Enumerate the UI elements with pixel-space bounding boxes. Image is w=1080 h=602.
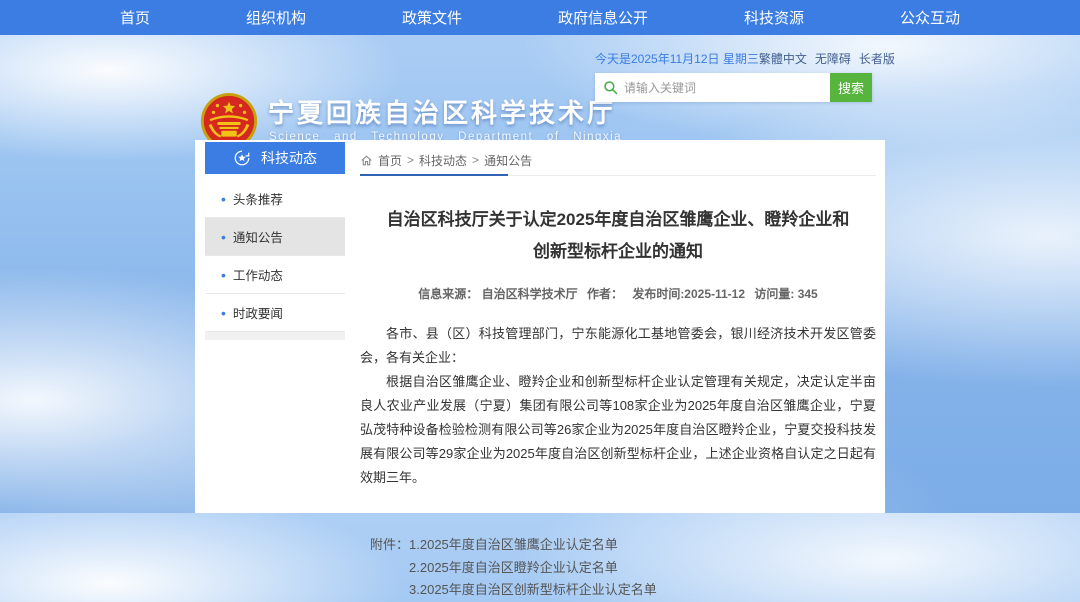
nav-item-policy-docs[interactable]: 政策文件 [402,7,462,28]
star-circle-icon [233,149,251,167]
nav-item-public[interactable]: 公众互动 [900,7,960,28]
link-accessibility[interactable]: 无障碍 [815,50,851,67]
attachment-link-2[interactable]: 2.2025年度自治区瞪羚企业认定名单 [409,557,657,580]
search-bar: 搜索 [595,73,872,102]
article-meta: 信息来源： 自治区科学技术厅 作者： 发布时间:2025-11-12 访问量: … [360,285,876,302]
breadcrumb-level2[interactable]: 科技动态 [419,152,467,169]
breadcrumb-separator: > [407,153,414,167]
current-date: 今天是2025年11月12日 星期三 [595,50,759,67]
content-panel: 科技动态 • 头条推荐 • 通知公告 • 工作动态 • 时政要闻 [195,140,885,513]
article-body: 各市、县（区）科技管理部门，宁东能源化工基地管委会，银川经济技术开发区管委会，各… [360,322,876,490]
article-paragraph: 各市、县（区）科技管理部门，宁东能源化工基地管委会，银川经济技术开发区管委会，各… [360,322,876,370]
nav-item-sci-resources[interactable]: 科技资源 [744,7,804,28]
sidebar-footer-strip [205,332,345,340]
quick-links: 繁體中文 无障碍 长者版 [759,50,895,67]
meta-source: 信息来源： 自治区科学技术厅 [418,287,577,301]
attachment-link-1[interactable]: 1.2025年度自治区雏鹰企业认定名单 [409,534,657,557]
meta-publish: 发布时间:2025-11-12 [632,287,745,301]
sidebar-item-label: 时政要闻 [233,303,283,322]
sidebar-item-label: 通知公告 [233,227,283,246]
bullet-icon: • [221,306,226,320]
sidebar-header: 科技动态 [205,142,345,174]
site-title: 宁夏回族自治区科学技术厅 [268,93,616,130]
sidebar-item-label: 工作动态 [233,265,283,284]
bullet-icon: • [221,230,226,244]
attachment-link-3[interactable]: 3.2025年度自治区创新型标杆企业认定名单 [409,579,657,602]
article-paragraph: 根据自治区雏鹰企业、瞪羚企业和创新型标杆企业认定管理有关规定，决定认定半亩良人农… [360,370,876,490]
nav-item-organization[interactable]: 组织机构 [246,7,306,28]
bullet-icon: • [221,268,226,282]
article: 首页 > 科技动态 > 通知公告 自治区科技厅关于认定2025年度自治区雏鹰企业… [360,150,876,602]
meta-author: 作者： [587,287,623,301]
sidebar-title: 科技动态 [261,148,317,168]
top-navigation: 首页 组织机构 政策文件 政府信息公开 科技资源 公众互动 [0,0,1080,35]
breadcrumb-level3[interactable]: 通知公告 [484,152,532,169]
breadcrumb: 首页 > 科技动态 > 通知公告 [360,150,876,170]
nav-item-home[interactable]: 首页 [120,7,150,28]
sidebar-item-work-updates[interactable]: • 工作动态 [205,256,345,294]
search-button[interactable]: 搜索 [830,73,872,102]
breadcrumb-separator: > [472,153,479,167]
sidebar-item-label: 头条推荐 [233,189,283,208]
attachments: 附件： 1.2025年度自治区雏鹰企业认定名单 2.2025年度自治区瞪羚企业认… [370,534,876,602]
sidebar-item-headlines[interactable]: • 头条推荐 [205,180,345,218]
sidebar-item-current-affairs[interactable]: • 时政要闻 [205,294,345,332]
link-elder-version[interactable]: 长者版 [859,50,895,67]
breadcrumb-divider [360,174,876,176]
bullet-icon: • [221,192,226,206]
link-traditional-chinese[interactable]: 繁體中文 [759,50,807,67]
article-title: 自治区科技厅关于认定2025年度自治区雏鹰企业、瞪羚企业和创新型标杆企业的通知 [382,204,854,269]
home-icon [360,154,373,167]
nav-item-gov-info[interactable]: 政府信息公开 [558,7,648,28]
header-utilities: 今天是2025年11月12日 星期三 繁體中文 无障碍 长者版 搜索 [595,50,872,102]
search-icon [603,80,618,95]
sidebar-item-notices[interactable]: • 通知公告 [205,218,345,256]
meta-views: 访问量: 345 [754,287,817,301]
attachments-label: 附件： [370,534,409,602]
sidebar: 科技动态 • 头条推荐 • 通知公告 • 工作动态 • 时政要闻 [205,142,345,340]
masthead: 宁夏回族自治区科学技术厅 Science and Technology Depa… [0,35,1080,140]
breadcrumb-home[interactable]: 首页 [378,152,402,169]
search-input[interactable] [624,81,822,95]
